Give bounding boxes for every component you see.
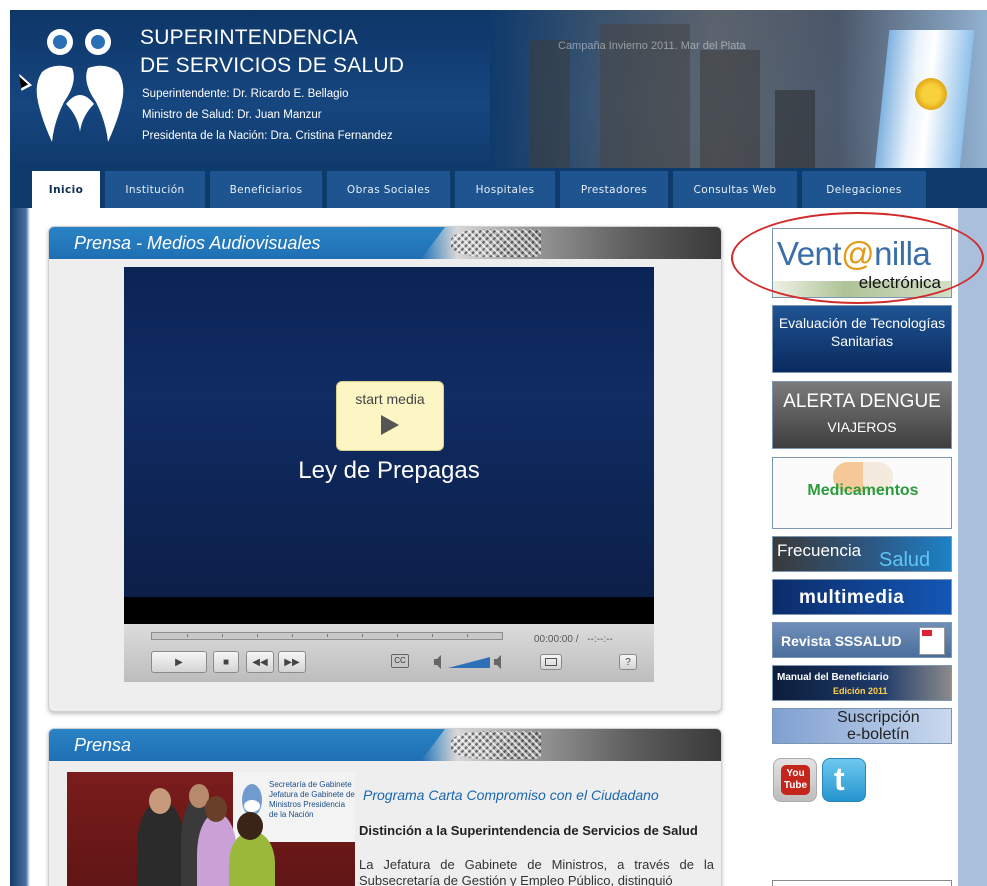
salud-label: Salud xyxy=(879,549,931,571)
bottom-banner[interactable] xyxy=(772,880,952,886)
superintendente-line: Superintendente: Dr. Ricardo E. Bellagio xyxy=(142,88,349,100)
tab-beneficiarios[interactable]: Beneficiarios xyxy=(210,171,322,208)
panel-header: Prensa xyxy=(49,729,721,761)
twitter-icon[interactable]: t xyxy=(822,758,866,802)
manual-beneficiario-banner[interactable]: Manual del Beneficiario Edición 2011 xyxy=(772,665,952,701)
frecuencia-label: Frecuencia xyxy=(777,541,862,560)
tab-delegaciones[interactable]: Delegaciones xyxy=(802,171,926,208)
news-headline[interactable]: Programa Carta Compromiso con el Ciudada… xyxy=(363,787,659,803)
revista-sssalud-banner[interactable]: Revista SSSALUD xyxy=(772,622,952,658)
frecuencia-salud-banner[interactable]: Frecuencia Salud xyxy=(772,536,952,572)
news-body: La Jefatura de Gabinete de Ministros, a … xyxy=(359,857,714,886)
play-icon xyxy=(381,415,399,435)
news-panel-title: Prensa xyxy=(74,735,132,755)
help-button[interactable]: ? xyxy=(619,654,637,670)
fullscreen-button[interactable] xyxy=(540,654,562,670)
tab-institucion[interactable]: Institución xyxy=(105,171,205,208)
forward-icon: ▶▶ xyxy=(284,656,300,668)
seek-bar[interactable] xyxy=(151,632,503,640)
left-strip xyxy=(10,208,30,886)
evaluacion-tecnologias-banner[interactable]: Evaluación de Tecnologías Sanitarias xyxy=(772,305,952,373)
pdf-icon xyxy=(919,627,945,655)
rewind-button[interactable]: ◀◀ xyxy=(246,651,274,673)
news-photo[interactable]: Secretaría de Gabinete Jefatura de Gabin… xyxy=(67,772,355,886)
stop-icon: ■ xyxy=(222,656,230,668)
captions-button[interactable]: CC xyxy=(391,654,409,668)
microphone-icon xyxy=(451,731,541,759)
page: Campaña Invierno 2011. Mar del Plata SUP… xyxy=(0,0,987,886)
play-button-icon: ▶ xyxy=(175,656,183,668)
highlight-oval xyxy=(731,212,984,304)
tab-hospitales[interactable]: Hospitales xyxy=(455,171,555,208)
tab-obras-sociales[interactable]: Obras Sociales xyxy=(327,171,450,208)
video-screen[interactable]: start media Ley de Prepagas xyxy=(124,267,654,597)
main-nav: Inicio Institución Beneficiarios Obras S… xyxy=(10,168,987,208)
media-panel: Prensa - Medios Audiovisuales start medi… xyxy=(48,226,722,712)
ministro-line: Ministro de Salud: Dr. Juan Manzur xyxy=(142,109,322,121)
revista-label: Revista SSSALUD xyxy=(781,633,902,649)
youtube-label: You Tube xyxy=(781,765,810,795)
youtube-icon[interactable]: You Tube xyxy=(773,758,817,802)
time-current: 00:00:00 / xyxy=(534,634,579,645)
dengue-subtitle: VIAJEROS xyxy=(827,419,897,435)
photo-caption: Campaña Invierno 2011. Mar del Plata xyxy=(558,40,746,52)
player-controls: 00:00:00 / --:--:-- ▶ ■ ◀◀ ▶▶ CC ? xyxy=(124,624,654,682)
start-media-button[interactable]: start media xyxy=(336,381,444,451)
suscripcion-boletin-banner[interactable]: Suscripción e-boletín xyxy=(772,708,952,744)
volume-slider[interactable] xyxy=(434,654,504,670)
photo-banner-text: Secretaría de Gabinete Jefatura de Gabin… xyxy=(269,780,355,819)
stop-button[interactable]: ■ xyxy=(213,651,239,673)
play-button[interactable]: ▶ xyxy=(151,651,207,673)
news-subheadline: Distinción a la Superintendencia de Serv… xyxy=(359,823,698,838)
fullscreen-icon xyxy=(545,658,557,666)
right-strip xyxy=(958,208,987,886)
media-title: Ley de Prepagas xyxy=(298,457,480,484)
video-player[interactable]: start media Ley de Prepagas 00:00:00 / -… xyxy=(124,267,654,682)
twitter-label: t xyxy=(834,761,845,797)
start-media-label: start media xyxy=(355,391,425,407)
media-panel-title: Prensa - Medios Audiovisuales xyxy=(74,233,321,253)
tab-consultas-web[interactable]: Consultas Web xyxy=(673,171,797,208)
flag-sun xyxy=(915,78,947,110)
multimedia-label: multimedia xyxy=(799,587,905,608)
panel-header: Prensa - Medios Audiovisuales xyxy=(49,227,721,259)
manual-label: Manual del Beneficiario xyxy=(777,672,889,683)
medicamentos-label: Medicamentos xyxy=(807,482,919,499)
medicamentos-banner[interactable]: Medicamentos xyxy=(772,457,952,529)
tab-prestadores[interactable]: Prestadores xyxy=(560,171,668,208)
dengue-title: ALERTA DENGUE xyxy=(783,391,941,412)
sss-logo-icon[interactable] xyxy=(32,22,128,146)
suscripcion-label: Suscripción xyxy=(837,709,920,726)
manual-edition: Edición 2011 xyxy=(833,686,888,696)
alerta-dengue-banner[interactable]: ALERTA DENGUE VIAJEROS xyxy=(772,381,952,449)
presidenta-line: Presidenta de la Nación: Dra. Cristina F… xyxy=(142,130,393,142)
time-readout: 00:00:00 / --:--:-- xyxy=(534,634,613,645)
boletin-label: e-boletín xyxy=(847,726,910,743)
site-title-line1: SUPERINTENDENCIA xyxy=(140,26,358,49)
site-title-line2: DE SERVICIOS DE SALUD xyxy=(140,54,405,77)
microphone-icon xyxy=(451,229,541,257)
rewind-icon: ◀◀ xyxy=(252,656,268,668)
tab-inicio[interactable]: Inicio xyxy=(32,171,100,208)
site-header: Campaña Invierno 2011. Mar del Plata SUP… xyxy=(10,10,987,168)
news-panel: Prensa Secretaría de Gabinete Jefatura d… xyxy=(48,728,722,886)
multimedia-banner[interactable]: multimedia xyxy=(772,579,952,615)
forward-button[interactable]: ▶▶ xyxy=(278,651,306,673)
time-total: --:--:-- xyxy=(587,634,613,645)
